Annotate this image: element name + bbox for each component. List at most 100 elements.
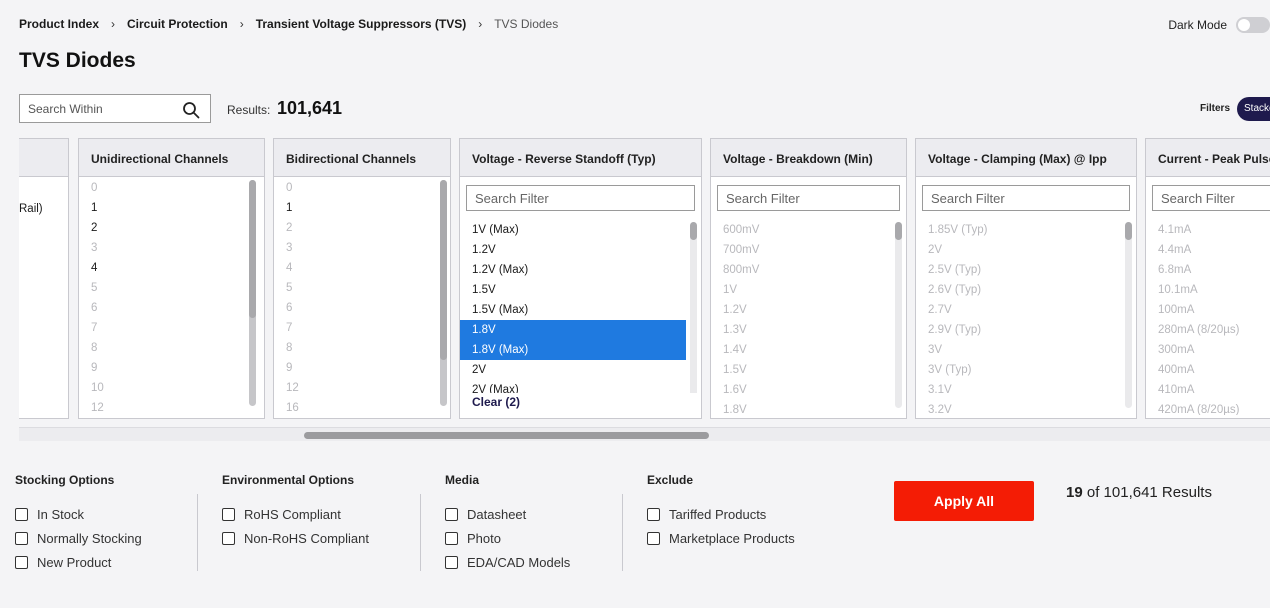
- checkbox-tariffed-products[interactable]: Tariffed Products: [647, 502, 795, 526]
- filter-option: 410mA: [1158, 384, 1195, 396]
- filter-option[interactable]: 2V (Max): [460, 380, 686, 393]
- search-filter-input[interactable]: [1153, 190, 1270, 206]
- scrollbar-thumb[interactable]: [690, 222, 697, 240]
- checkbox-photo[interactable]: Photo: [445, 526, 570, 550]
- vertical-scrollbar[interactable]: [895, 222, 902, 408]
- breadcrumb-product-index[interactable]: Product Index: [19, 17, 99, 31]
- filter-option: 4.4mA: [1158, 244, 1192, 256]
- column-header: Voltage - Reverse Standoff (Typ): [460, 139, 701, 177]
- column-header: Bidirectional Channels: [274, 139, 450, 177]
- filter-option: 3V (Typ): [928, 364, 972, 376]
- filter-option: 7: [286, 322, 293, 334]
- checkbox-label: Marketplace Products: [669, 530, 795, 546]
- filter-option-selected[interactable]: 1.8V (Max): [460, 340, 686, 360]
- filter-option: 2.6V (Typ): [928, 284, 982, 296]
- divider: [197, 494, 198, 571]
- checkbox-label: In Stock: [37, 506, 84, 522]
- scrollbar-thumb[interactable]: [440, 180, 447, 360]
- checkbox[interactable]: [445, 531, 458, 545]
- column-search-filter: [466, 185, 695, 211]
- breadcrumb-current: TVS Diodes: [494, 17, 559, 31]
- filter-option[interactable]: Rail): [19, 199, 68, 219]
- search-within-box: [19, 94, 211, 123]
- result-summary: 19 of 101,641 Results: [1066, 484, 1212, 501]
- filter-option[interactable]: 1V (Max): [460, 220, 686, 240]
- filter-option[interactable]: 1.5V (Max): [460, 300, 686, 320]
- apply-all-button[interactable]: Apply All: [894, 481, 1034, 521]
- checkbox[interactable]: [15, 531, 28, 545]
- filter-option[interactable]: 1: [79, 198, 264, 218]
- checkbox[interactable]: [15, 507, 28, 521]
- clear-selection-link[interactable]: Clear (2): [460, 395, 701, 409]
- scrollbar-thumb[interactable]: [1125, 222, 1132, 240]
- divider: [420, 494, 421, 571]
- filter-option: 600mV: [723, 224, 760, 236]
- filter-option: 1.5V: [723, 364, 747, 376]
- checkbox-marketplace-products[interactable]: Marketplace Products: [647, 526, 795, 550]
- checkbox-eda-cad-models[interactable]: EDA/CAD Models: [445, 550, 570, 574]
- checkbox-normally-stocking[interactable]: Normally Stocking: [15, 526, 142, 550]
- scrollbar-thumb[interactable]: [249, 180, 256, 318]
- horizontal-scrollbar[interactable]: [19, 427, 1270, 441]
- filters-label: Filters: [1200, 103, 1231, 114]
- filter-option: 100mA: [1158, 304, 1195, 316]
- column-header: Unidirectional Channels: [79, 139, 264, 177]
- checkbox-label: RoHS Compliant: [244, 506, 341, 522]
- vertical-scrollbar[interactable]: [690, 222, 697, 393]
- checkbox[interactable]: [222, 507, 235, 521]
- filter-option[interactable]: 1: [274, 198, 450, 218]
- media-options-group: Media Datasheet Photo EDA/CAD Models: [445, 473, 570, 574]
- filter-option: 700mV: [723, 244, 760, 256]
- checkbox[interactable]: [445, 507, 458, 521]
- breadcrumb-circuit-protection[interactable]: Circuit Protection: [127, 17, 228, 31]
- filter-option: 0: [91, 182, 98, 194]
- search-filter-input[interactable]: [923, 190, 1129, 206]
- vertical-scrollbar[interactable]: [249, 180, 256, 406]
- filter-option: 5: [286, 282, 293, 294]
- filter-option: 1.3V: [723, 324, 747, 336]
- filter-column-reverse-standoff: Voltage - Reverse Standoff (Typ) 1V (Max…: [459, 138, 702, 419]
- filter-option[interactable]: 2: [79, 218, 264, 238]
- dark-mode-toggle[interactable]: [1236, 17, 1270, 33]
- checkbox[interactable]: [647, 531, 660, 545]
- search-filter-input[interactable]: [467, 190, 694, 206]
- filter-option: 6.8mA: [1158, 264, 1192, 276]
- checkbox-rohs-compliant[interactable]: RoHS Compliant: [222, 502, 369, 526]
- filter-option: 12: [91, 402, 104, 414]
- checkbox[interactable]: [222, 531, 235, 545]
- search-filter-input[interactable]: [718, 190, 899, 206]
- stacked-view-toggle[interactable]: Stacked: [1237, 97, 1270, 121]
- filter-option[interactable]: 1.5V: [460, 280, 686, 300]
- option-list: 0 1 2 3 4 5 6 7 8 9 12 16: [274, 177, 450, 419]
- filter-option: 6: [91, 302, 98, 314]
- filter-option-selected[interactable]: 1.8V: [460, 320, 686, 340]
- filter-option: 2V: [928, 244, 943, 256]
- checkbox-non-rohs-compliant[interactable]: Non-RoHS Compliant: [222, 526, 369, 550]
- breadcrumb-tvs[interactable]: Transient Voltage Suppressors (TVS): [256, 17, 467, 31]
- search-within-input[interactable]: [28, 101, 178, 116]
- vertical-scrollbar[interactable]: [440, 180, 447, 406]
- filter-option: 1.2V: [723, 304, 747, 316]
- vertical-scrollbar[interactable]: [1125, 222, 1132, 408]
- result-summary-text: of 101,641 Results: [1086, 484, 1212, 501]
- checkbox[interactable]: [445, 555, 458, 569]
- scrollbar-thumb[interactable]: [895, 222, 902, 240]
- filter-option[interactable]: 2V: [460, 360, 686, 380]
- filter-option: 7: [91, 322, 98, 334]
- filter-option: 2.9V (Typ): [928, 324, 982, 336]
- checkbox-datasheet[interactable]: Datasheet: [445, 502, 570, 526]
- checkbox[interactable]: [647, 507, 660, 521]
- option-list: 600mV 700mV 800mV 1V 1.2V 1.3V 1.4V 1.5V…: [711, 220, 906, 415]
- horizontal-scrollbar-thumb[interactable]: [304, 432, 709, 439]
- checkbox[interactable]: [15, 555, 28, 569]
- checkbox-new-product[interactable]: New Product: [15, 550, 142, 574]
- filter-option: 3: [91, 242, 98, 254]
- filter-option[interactable]: 1.2V: [460, 240, 686, 260]
- filtered-result-count: 19: [1066, 484, 1083, 501]
- filter-option: 8: [286, 342, 293, 354]
- search-icon[interactable]: [182, 101, 200, 119]
- checkbox-in-stock[interactable]: In Stock: [15, 502, 142, 526]
- filter-option[interactable]: 1.2V (Max): [460, 260, 686, 280]
- breadcrumb-chevron-icon: ›: [478, 17, 483, 31]
- filter-option[interactable]: 4: [79, 258, 264, 278]
